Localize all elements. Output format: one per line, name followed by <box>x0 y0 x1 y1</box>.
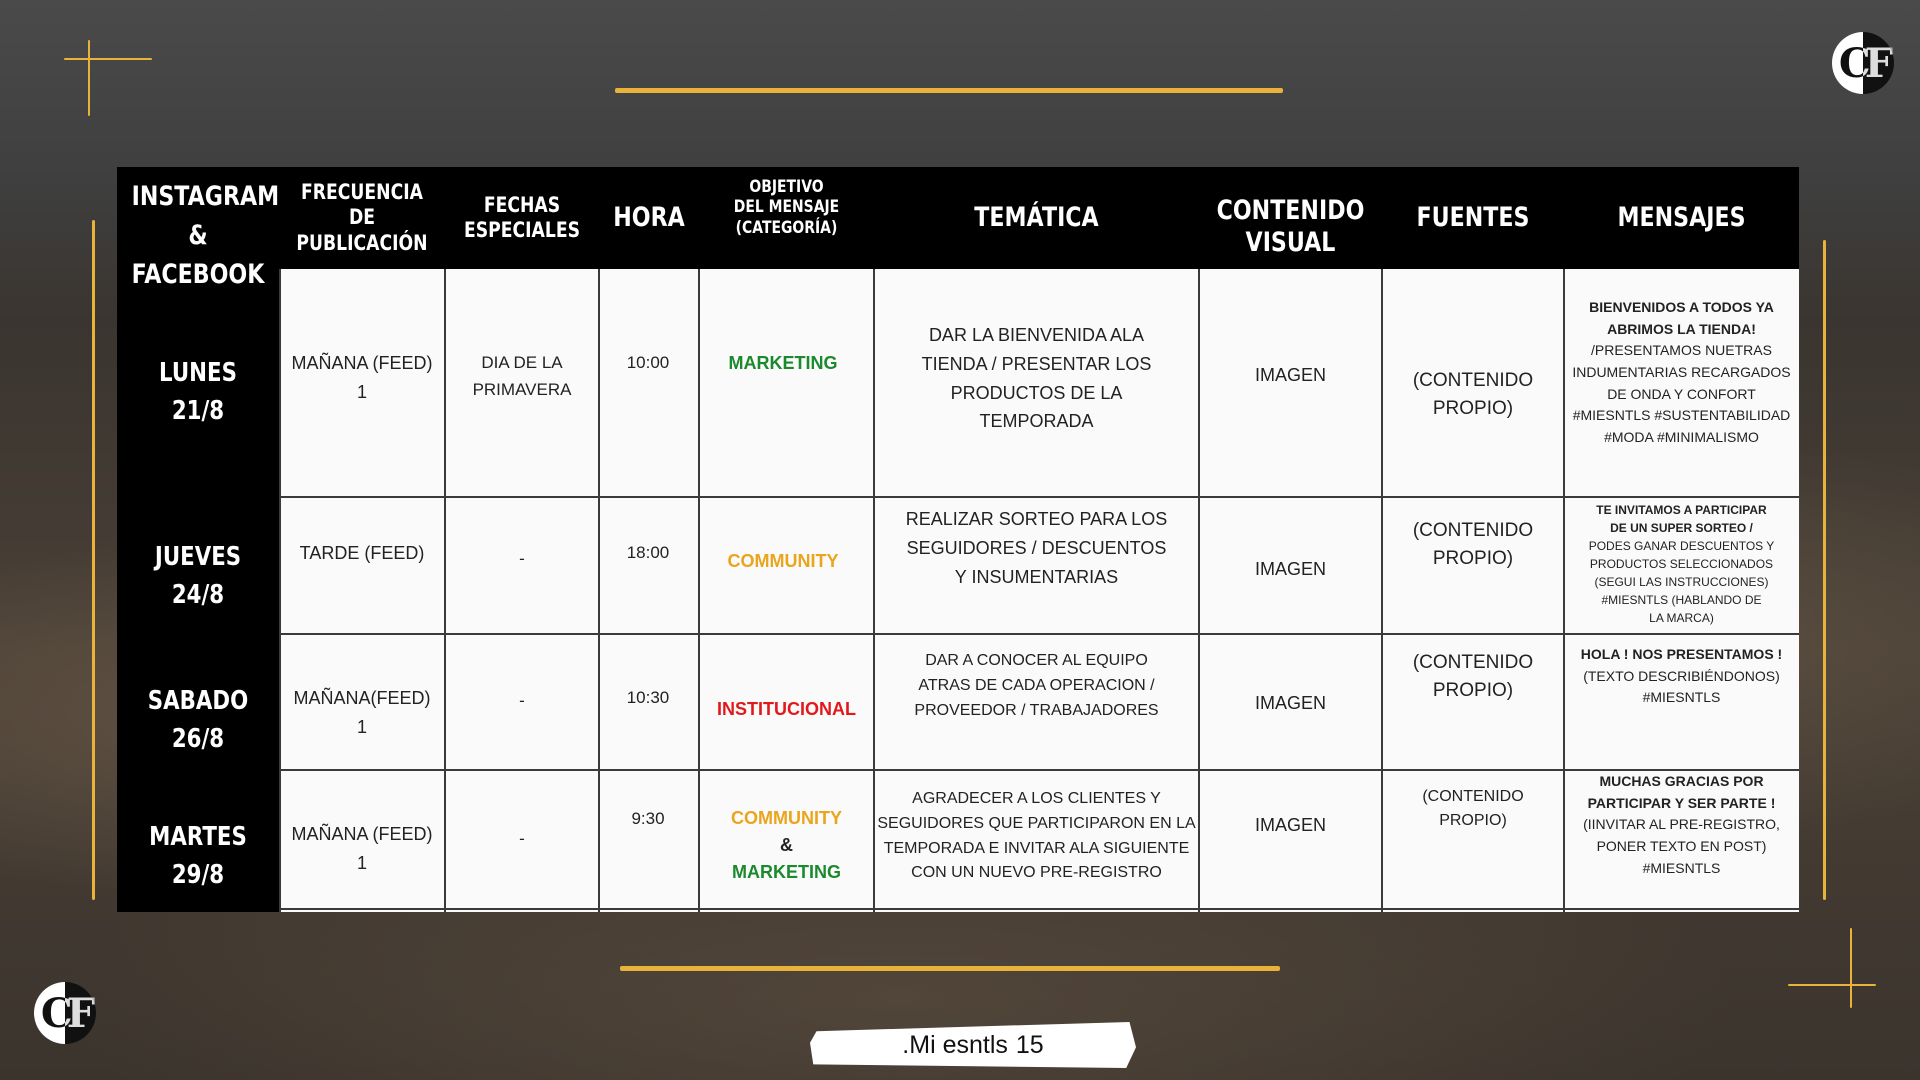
header-objetivo: OBJETIVO DEL MENSAJE (CATEGORÍA) <box>733 177 840 238</box>
footer-brand: .Mi esntls <box>902 1030 1008 1059</box>
cell-mensaje: HOLA ! NOS PRESENTAMOS ! (TEXTO DESCRIBI… <box>1580 646 1783 706</box>
grid-line <box>279 496 1799 498</box>
cell-fuentes: (CONTENIDO PROPIO) <box>1412 652 1534 701</box>
row-day-jueves: JUEVES 24/8 <box>154 542 242 610</box>
header-mensajes: MENSAJES <box>1617 201 1746 233</box>
cell-mensaje: TE INVITAMOS A PARTICIPAR DE UN SUPER SO… <box>1588 503 1775 625</box>
channel-column: INSTAGRAM & FACEBOOK LUNES 21/8 JUEVES 2… <box>117 167 279 912</box>
cell-categoria: MARKETING <box>728 353 838 373</box>
cell-mensaje: BIENVENIDOS A TODOS YA ABRIMOS LA TIENDA… <box>1572 299 1791 446</box>
header-hora: HORA <box>613 201 685 233</box>
cell-mensaje: MUCHAS GRACIAS POR PARTICIPAR Y SER PART… <box>1583 773 1780 876</box>
cell-fuentes: (CONTENIDO PROPIO) <box>1412 520 1534 569</box>
cell-fechas: DIA DE LA PRIMAVERA <box>472 353 572 400</box>
decor-line-left <box>92 220 95 900</box>
header-fechas: FECHAS ESPECIALES <box>463 192 581 242</box>
brand-logo-bottom: CF <box>34 982 96 1044</box>
cell-tematica: AGRADECER A LOS CLIENTES Y SEGUIDORES QUE… <box>877 790 1196 882</box>
page-number: 15 <box>1015 1030 1044 1059</box>
decor-cross-br-h <box>1788 984 1876 986</box>
cell-hora: 10:30 <box>626 688 670 707</box>
decor-cross-tl-h <box>64 58 152 60</box>
content-schedule-table: INSTAGRAM & FACEBOOK LUNES 21/8 JUEVES 2… <box>117 167 1799 912</box>
cell-fechas: - <box>519 549 525 568</box>
cell-contenido: IMAGEN <box>1254 815 1326 835</box>
cell-categoria: COMMUNITY <box>727 551 839 571</box>
cell-categoria: COMMUNITY & MARKETING <box>731 808 842 882</box>
header-contenido-visual: CONTENIDO VISUAL <box>1216 194 1365 258</box>
decor-line-right <box>1823 240 1826 900</box>
cell-hora: 10:00 <box>626 353 670 372</box>
decor-cross-tl-v <box>88 40 90 116</box>
cell-hora: 18:00 <box>626 543 670 562</box>
decor-line-bottom <box>620 966 1280 971</box>
cell-tematica: DAR LA BIENVENIDA ALA TIENDA / PRESENTAR … <box>921 325 1152 432</box>
cell-fuentes: (CONTENIDO PROPIO) <box>1422 788 1524 829</box>
cell-frecuencia: MAÑANA (FEED) 1 <box>291 353 433 402</box>
cell-frecuencia: MAÑANA (FEED) 1 <box>291 824 433 873</box>
cell-frecuencia: MAÑANA(FEED) 1 <box>293 688 431 737</box>
brand-logo-text: CF <box>1838 39 1893 87</box>
header-frecuencia: FRECUENCIA DE PUBLICACIÓN <box>296 180 428 255</box>
decor-cross-br-v <box>1850 928 1852 1008</box>
cell-frecuencia: TARDE (FEED) <box>299 543 425 563</box>
cell-fuentes: (CONTENIDO PROPIO) <box>1412 370 1534 419</box>
channel-label: INSTAGRAM & FACEBOOK <box>131 181 280 291</box>
footer-brand-tag: .Mi esntls 15 <box>810 1022 1136 1068</box>
header-fuentes: FUENTES <box>1416 201 1530 233</box>
cell-contenido: IMAGEN <box>1254 559 1326 579</box>
cell-fechas: - <box>519 829 525 848</box>
table-header: FRECUENCIA DE PUBLICACIÓN FECHAS ESPECIALE… <box>279 167 1799 269</box>
decor-line-top <box>615 88 1283 93</box>
cell-hora: 9:30 <box>631 809 665 828</box>
row-day-lunes: LUNES 21/8 <box>159 358 237 426</box>
cell-categoria: INSTITUCIONAL <box>717 699 856 719</box>
brand-logo-text: CF <box>40 989 95 1037</box>
cell-tematica: REALIZAR SORTEO PARA LOS SEGUIDORES / DES… <box>905 509 1168 587</box>
cell-tematica: DAR A CONOCER AL EQUIPO ATRAS DE CADA OPE… <box>914 652 1159 719</box>
header-tematica: TEMÁTICA <box>974 201 1099 233</box>
grid-line <box>279 633 1799 635</box>
row-day-sabado: SABADO 26/8 <box>147 686 249 754</box>
cell-fechas: - <box>519 691 525 710</box>
brand-logo-top: CF <box>1832 32 1894 94</box>
table-body: MAÑANA (FEED) 1 DIA DE LA PRIMAVERA 10:00 … <box>279 269 1799 912</box>
grid-line <box>279 908 1799 910</box>
cell-contenido: IMAGEN <box>1254 693 1326 713</box>
row-day-martes: MARTES 29/8 <box>149 822 247 890</box>
cell-contenido: IMAGEN <box>1254 365 1326 385</box>
